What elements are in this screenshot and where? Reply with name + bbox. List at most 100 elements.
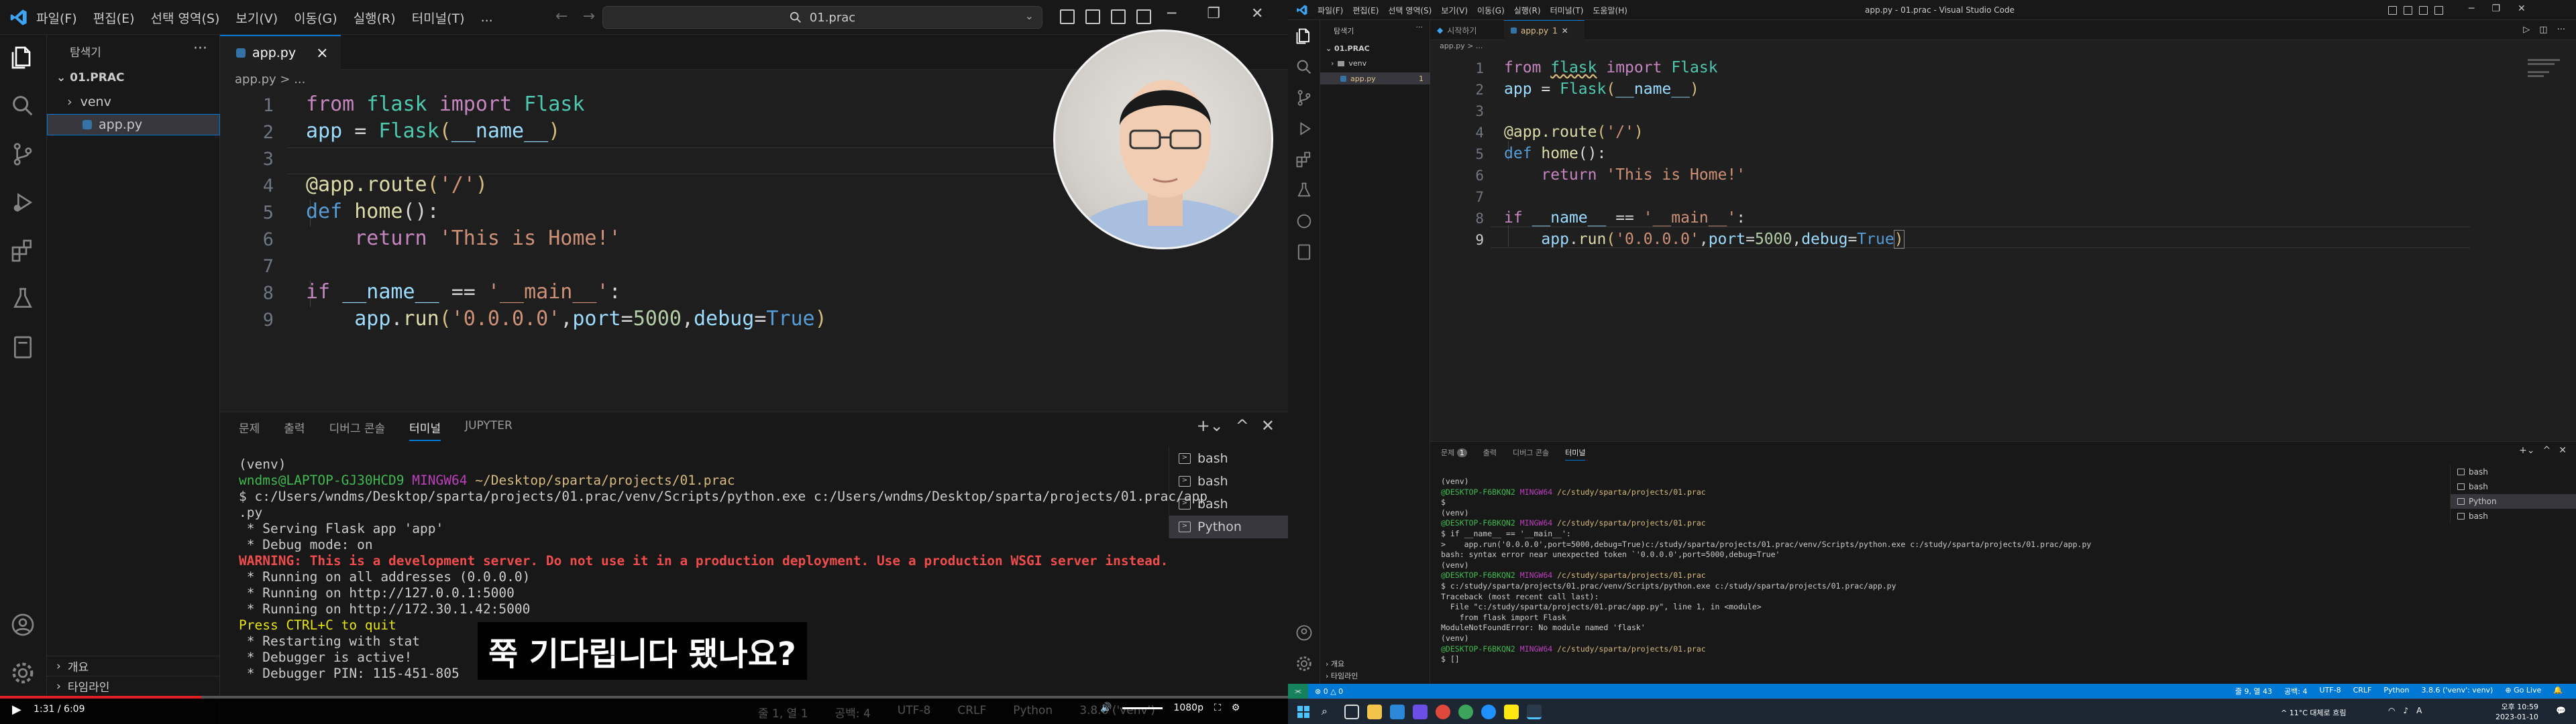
volume-icon[interactable]: 🔊 bbox=[1100, 703, 1112, 713]
menu-edit[interactable]: 편집(E) bbox=[1352, 5, 1379, 16]
customize-layout-icon[interactable] bbox=[2434, 6, 2443, 15]
close-icon[interactable]: ✕ bbox=[2518, 3, 2526, 14]
close-panel-icon[interactable]: ✕ bbox=[1261, 416, 1275, 435]
breadcrumb[interactable]: app.py > ... bbox=[235, 72, 305, 86]
remote-icon[interactable] bbox=[1295, 212, 1313, 231]
minimap[interactable] bbox=[2528, 59, 2576, 119]
close-tab-icon[interactable]: × bbox=[316, 45, 328, 62]
maximize-panel-icon[interactable]: ^ bbox=[2543, 445, 2551, 456]
terminal-list-item[interactable]: > bash bbox=[1169, 447, 1288, 470]
speaker-icon[interactable]: ♪ bbox=[2403, 706, 2408, 715]
bell-icon[interactable]: 🔔 bbox=[2553, 686, 2563, 697]
tab-output[interactable]: 출력 bbox=[284, 419, 305, 441]
edge-icon[interactable] bbox=[1481, 705, 1496, 719]
toggle-sidebar-icon[interactable] bbox=[1060, 9, 1075, 24]
fullscreen-icon[interactable]: ⛶ bbox=[1214, 703, 1221, 713]
menu-selection[interactable]: 선택 영역(S) bbox=[1388, 5, 1432, 16]
toggle-sidebar-icon[interactable] bbox=[2388, 6, 2397, 15]
remote-indicator[interactable]: ⫘ bbox=[1288, 684, 1308, 699]
play-icon[interactable]: ▶ bbox=[12, 703, 21, 717]
run-icon[interactable]: ▷ bbox=[2523, 25, 2530, 35]
line-ending[interactable]: CRLF bbox=[2353, 686, 2372, 697]
toggle-panel-icon[interactable] bbox=[1085, 9, 1100, 24]
settings-gear-icon[interactable]: ⚙ bbox=[1232, 703, 1240, 713]
menu-view[interactable]: 보기(V) bbox=[1441, 5, 1468, 16]
tab-problems[interactable]: 문제 1 bbox=[1441, 447, 1467, 461]
restore-icon[interactable]: ❐ bbox=[1207, 5, 1220, 22]
windows-start-icon[interactable] bbox=[1297, 706, 1309, 718]
terminal-list-item[interactable]: bash bbox=[2451, 465, 2576, 479]
explorer-icon[interactable] bbox=[9, 44, 36, 71]
project-folder[interactable]: ⌄ 01.PRAC bbox=[1326, 44, 1370, 53]
more-actions-icon[interactable]: ··· bbox=[2557, 25, 2565, 35]
problems-status[interactable]: ⊗ 0 △ 0 bbox=[1315, 687, 1343, 696]
menu-terminal[interactable]: 터미널(T) bbox=[1550, 5, 1584, 16]
new-terminal-icon[interactable]: +⌄ bbox=[2519, 445, 2534, 456]
tab-get-started[interactable]: ◆ 시작하기 bbox=[1430, 20, 1504, 40]
menu-file[interactable]: 파일(F) bbox=[36, 9, 77, 27]
more-actions-icon[interactable]: ··· bbox=[193, 40, 207, 57]
menu-selection[interactable]: 선택 영역(S) bbox=[151, 9, 220, 27]
language-mode[interactable]: Python bbox=[2383, 686, 2409, 697]
remote-explorer-icon[interactable] bbox=[9, 334, 36, 361]
tree-item-venv[interactable]: › venv bbox=[47, 91, 220, 113]
menu-go[interactable]: 이동(G) bbox=[294, 9, 337, 27]
tree-item-app-py[interactable]: app.py bbox=[47, 114, 220, 135]
terminal-output[interactable]: (venv) @DESKTOP-F6BKQN2 MINGW64 /c/study/… bbox=[1441, 477, 2434, 665]
more-actions-icon[interactable]: ··· bbox=[1416, 23, 1424, 32]
menu-help[interactable]: 도움말(H) bbox=[1593, 5, 1627, 16]
app-icon[interactable] bbox=[1413, 705, 1428, 719]
menu-file[interactable]: 파일(F) bbox=[1318, 5, 1343, 16]
close-tab-icon[interactable]: ✕ bbox=[1562, 26, 1568, 36]
gear-icon[interactable] bbox=[1295, 654, 1313, 673]
clock[interactable]: 오후 10:59 2023-01-10 bbox=[2496, 702, 2538, 722]
interpreter[interactable]: 3.8.6 ('venv': venv) bbox=[2422, 686, 2493, 697]
toggle-secondary-sidebar-icon[interactable] bbox=[1111, 9, 1126, 24]
timeline-section[interactable]: › 타임라인 bbox=[47, 676, 220, 696]
terminal-list-item[interactable]: > Python bbox=[1169, 516, 1288, 538]
terminal-list-item[interactable]: bash bbox=[2451, 509, 2576, 524]
close-icon[interactable]: ✕ bbox=[1251, 5, 1263, 22]
outline-section[interactable]: › 개요 bbox=[1326, 658, 1344, 669]
menu-more[interactable]: ... bbox=[481, 10, 493, 25]
tab-terminal[interactable]: 터미널 bbox=[1565, 447, 1586, 461]
tab-terminal[interactable]: 터미널 bbox=[409, 419, 441, 441]
tab-debug-console[interactable]: 디버그 콘솔 bbox=[1513, 447, 1549, 461]
vscode-taskbar-icon[interactable] bbox=[1527, 705, 1542, 719]
outline-section[interactable]: › 개요 bbox=[47, 656, 220, 676]
terminal-list-item[interactable]: > bash bbox=[1169, 493, 1288, 516]
new-terminal-icon[interactable]: +⌄ bbox=[1197, 416, 1224, 435]
menu-run[interactable]: 실행(R) bbox=[354, 9, 396, 27]
task-view-icon[interactable] bbox=[1344, 705, 1359, 719]
kakaotalk-icon[interactable] bbox=[1504, 705, 1519, 719]
timeline-section[interactable]: › 타임라인 bbox=[1326, 670, 1358, 681]
volume-slider[interactable] bbox=[1122, 707, 1163, 709]
terminal-list-item[interactable]: Python bbox=[2451, 494, 2576, 509]
gear-icon[interactable] bbox=[9, 660, 36, 686]
search-icon[interactable] bbox=[1295, 58, 1313, 76]
extensions-icon[interactable] bbox=[9, 237, 36, 264]
forward-arrow-icon[interactable]: → bbox=[582, 8, 594, 25]
chevron-down-icon[interactable]: ⌄ bbox=[1025, 9, 1034, 22]
store-icon[interactable] bbox=[1390, 705, 1405, 719]
testing-flask-icon[interactable] bbox=[1295, 181, 1313, 200]
run-debug-icon[interactable] bbox=[1295, 119, 1313, 138]
source-control-icon[interactable] bbox=[1295, 88, 1313, 107]
menu-terminal[interactable]: 터미널(T) bbox=[412, 9, 465, 27]
file-explorer-icon[interactable] bbox=[1367, 705, 1382, 719]
go-live-button[interactable]: ⊕ Go Live bbox=[2505, 686, 2541, 697]
tree-item-venv[interactable]: › venv bbox=[1331, 59, 1366, 68]
minimize-icon[interactable]: ─ bbox=[2469, 3, 2474, 14]
tab-debug-console[interactable]: 디버그 콘솔 bbox=[329, 419, 386, 441]
video-progress-bar[interactable] bbox=[0, 696, 1288, 699]
extensions-icon[interactable] bbox=[1295, 150, 1313, 169]
account-icon[interactable] bbox=[1295, 623, 1313, 642]
toggle-secondary-sidebar-icon[interactable] bbox=[2419, 6, 2428, 15]
menu-run[interactable]: 실행(R) bbox=[1514, 5, 1541, 16]
code-editor[interactable]: 1 2 3 4 5 6 7 8 9 from flask import Flas… bbox=[1430, 40, 2576, 442]
tab-app-py[interactable]: app.py × bbox=[220, 35, 341, 70]
search-icon[interactable] bbox=[9, 93, 36, 119]
menu-go[interactable]: 이동(G) bbox=[1477, 5, 1505, 16]
account-icon[interactable] bbox=[9, 611, 36, 638]
maximize-panel-icon[interactable]: ^ bbox=[1236, 416, 1249, 435]
